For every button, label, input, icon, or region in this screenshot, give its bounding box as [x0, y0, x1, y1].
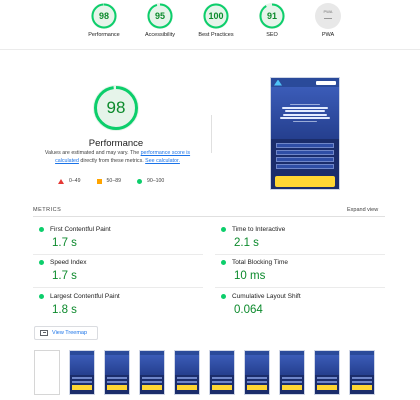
view-treemap-button[interactable]: View Treemap	[34, 326, 98, 340]
metric-value: 1.7 s	[52, 270, 77, 282]
gauge-label: SEO	[266, 32, 278, 38]
filmstrip-frame[interactable]	[244, 350, 270, 395]
performance-title: Performance	[88, 138, 144, 149]
metric-value: 1.8 s	[52, 304, 77, 316]
divider	[215, 254, 385, 255]
pass-circle-icon	[39, 227, 44, 232]
metric-cumulative-layout-shift: Cumulative Layout Shift 0.064	[221, 293, 391, 316]
metric-name: Time to Interactive	[232, 226, 286, 233]
filmstrip	[34, 350, 375, 395]
disclaimer-text: Values are estimated and may vary. The	[44, 150, 141, 156]
filmstrip-frame[interactable]	[349, 350, 375, 395]
divider	[33, 287, 203, 288]
divider	[215, 287, 385, 288]
pass-circle-icon	[221, 294, 226, 299]
category-gauges: 98 Performance 95 Accessibility 100 Best…	[0, 0, 420, 50]
gauge-ring: 100	[203, 3, 229, 29]
triangle-icon	[58, 178, 64, 184]
metric-name: Largest Contentful Paint	[50, 293, 120, 300]
metric-first-contentful-paint: First Contentful Paint 1.7 s	[39, 226, 209, 249]
gauge-label: Best Practices	[198, 32, 234, 38]
gauge-pwa[interactable]: PWA — PWA	[300, 0, 356, 50]
filmstrip-frame[interactable]	[174, 350, 200, 395]
performance-score-gauge: 98	[93, 85, 139, 131]
gauge-performance[interactable]: 98 Performance	[76, 0, 132, 50]
divider	[33, 216, 385, 217]
score-legend: 0–49 50–89 90–100	[58, 178, 164, 184]
filmstrip-frame[interactable]	[279, 350, 305, 395]
gauge-label: PWA	[321, 32, 335, 38]
divider	[0, 49, 420, 50]
score-disclaimer: Values are estimated and may vary. The p…	[40, 150, 195, 165]
filmstrip-frame[interactable]	[104, 350, 130, 395]
filmstrip-frame[interactable]	[209, 350, 235, 395]
gauge-ring: 91	[259, 3, 285, 29]
pwa-badge-icon: PWA —	[315, 3, 341, 29]
metric-value: 2.1 s	[234, 237, 259, 249]
gauge-score: 100	[208, 11, 224, 21]
metric-speed-index: Speed Index 1.7 s	[39, 259, 209, 282]
metric-total-blocking-time: Total Blocking Time 10 ms	[221, 259, 391, 282]
gauge-score: 95	[154, 11, 165, 21]
metric-largest-contentful-paint: Largest Contentful Paint 1.8 s	[39, 293, 209, 316]
gauge-score: 98	[98, 11, 109, 21]
gauge-score: 91	[266, 11, 277, 21]
square-icon	[96, 178, 102, 184]
pwa-dash: —	[324, 14, 332, 23]
pass-circle-icon	[39, 294, 44, 299]
legend-fail: 0–49	[58, 178, 81, 184]
divider	[33, 254, 203, 255]
divider	[211, 115, 212, 153]
filmstrip-frame[interactable]	[69, 350, 95, 395]
metric-value: 0.064	[234, 304, 263, 316]
filmstrip-frame[interactable]	[34, 350, 60, 395]
metric-value: 10 ms	[234, 270, 266, 282]
metric-name: Total Blocking Time	[232, 259, 288, 266]
treemap-icon	[40, 330, 48, 336]
gauge-ring: 98	[91, 3, 117, 29]
gauge-ring: 95	[147, 3, 173, 29]
gauge-seo[interactable]: 91 SEO	[244, 0, 300, 50]
gauge-label: Accessibility	[145, 32, 175, 38]
pass-circle-icon	[221, 260, 226, 265]
circle-icon	[136, 178, 142, 184]
see-calculator-link[interactable]: See calculator.	[145, 158, 180, 164]
pass-circle-icon	[39, 260, 44, 265]
legend-label: 0–49	[69, 178, 81, 184]
disclaimer-text: directly from these metrics.	[78, 157, 146, 164]
metric-value: 1.7 s	[52, 237, 77, 249]
metrics-heading: METRICS	[33, 207, 62, 213]
gauge-best-practices[interactable]: 100 Best Practices	[188, 0, 244, 50]
legend-label: 90–100	[146, 178, 165, 184]
metric-time-to-interactive: Time to Interactive 2.1 s	[221, 226, 391, 249]
legend-label: 50–89	[106, 178, 121, 184]
performance-score: 98	[106, 98, 126, 117]
expand-view-toggle[interactable]: Expand view	[347, 207, 378, 213]
final-screenshot[interactable]	[270, 77, 340, 190]
gauge-accessibility[interactable]: 95 Accessibility	[132, 0, 188, 50]
filmstrip-frame[interactable]	[139, 350, 165, 395]
gauge-label: Performance	[88, 32, 120, 38]
metric-name: First Contentful Paint	[50, 226, 111, 233]
pass-circle-icon	[221, 227, 226, 232]
legend-average: 50–89	[96, 178, 121, 184]
filmstrip-frame[interactable]	[314, 350, 340, 395]
metric-name: Speed Index	[50, 259, 87, 266]
treemap-label: View Treemap	[52, 330, 88, 336]
metric-name: Cumulative Layout Shift	[232, 293, 301, 300]
legend-pass: 90–100	[136, 178, 165, 184]
